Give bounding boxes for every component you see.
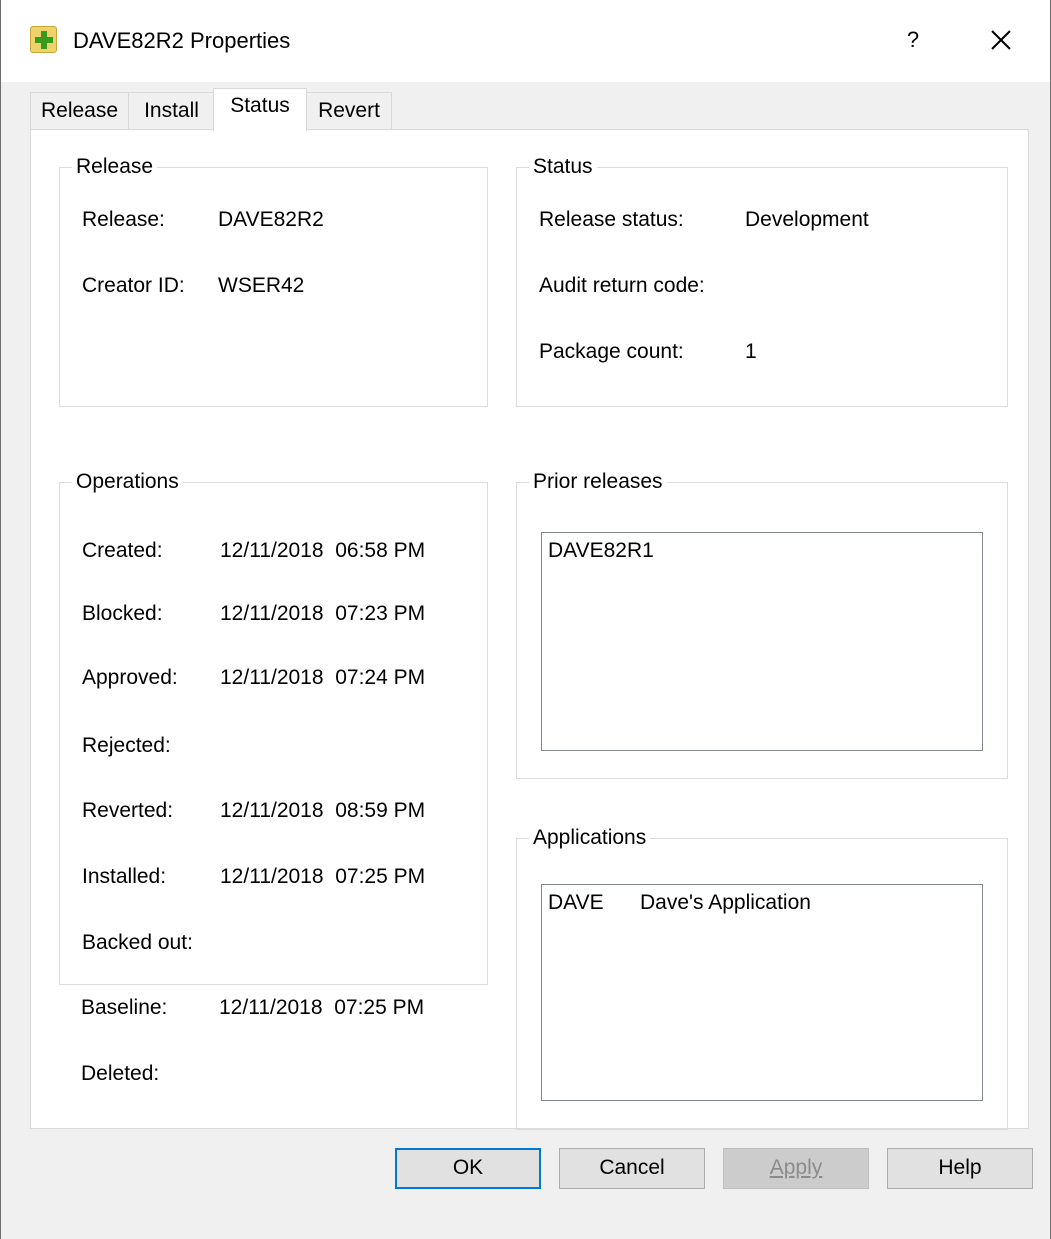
status-group-title: Status — [529, 153, 597, 181]
operations-group-title: Operations — [72, 468, 183, 496]
tab-status[interactable]: Status — [213, 88, 307, 131]
ok-button[interactable]: OK — [395, 1148, 541, 1189]
status-tab-panel: Release Release: DAVE82R2 Creator ID: WS… — [30, 129, 1029, 1130]
help-button[interactable]: Help — [887, 1148, 1033, 1189]
apply-button-label: Apply — [769, 1156, 823, 1179]
installed-value: 12/11/2018 07:25 PM — [220, 865, 426, 888]
window-title: DAVE82R2 Properties — [73, 28, 291, 53]
baseline-label: Baseline: — [81, 996, 168, 1019]
plus-icon — [30, 26, 57, 53]
properties-dialog: DAVE82R2 Properties ? Release Install St… — [0, 0, 1051, 1239]
help-icon[interactable]: ? — [896, 20, 930, 60]
release-label: Release: — [82, 208, 165, 231]
application-code[interactable]: DAVE — [548, 889, 604, 917]
audit-return-code-label: Audit return code: — [539, 274, 705, 297]
reverted-value: 12/11/2018 08:59 PM — [220, 799, 426, 822]
package-count-value: 1 — [745, 340, 757, 363]
prior-releases-group-title: Prior releases — [529, 468, 667, 496]
release-value: DAVE82R2 — [218, 208, 324, 231]
creator-id-value: WSER42 — [218, 274, 305, 297]
status-group: Status Release status: Development Audit… — [516, 153, 1008, 407]
reverted-label: Reverted: — [82, 799, 174, 822]
tab-install[interactable]: Install — [128, 92, 215, 130]
installed-label: Installed: — [82, 865, 167, 888]
apply-button[interactable]: Apply — [723, 1148, 869, 1189]
prior-release-item[interactable]: DAVE82R1 — [548, 537, 654, 565]
tab-release[interactable]: Release — [30, 92, 129, 130]
release-group-title: Release — [72, 153, 158, 181]
creator-id-label: Creator ID: — [82, 274, 185, 297]
operations-group: Operations Created: 12/11/2018 06:58 PM … — [59, 468, 488, 985]
created-value: 12/11/2018 06:58 PM — [220, 539, 426, 562]
applications-group-title: Applications — [529, 824, 651, 852]
blocked-value: 12/11/2018 07:23 PM — [220, 602, 426, 625]
backed-out-label: Backed out: — [82, 931, 193, 954]
release-status-value: Development — [745, 208, 869, 231]
close-icon[interactable] — [987, 26, 1015, 54]
tab-revert[interactable]: Revert — [306, 92, 392, 130]
deleted-label: Deleted: — [81, 1062, 160, 1085]
prior-releases-group: Prior releases DAVE82R1 — [516, 468, 1008, 779]
release-group: Release Release: DAVE82R2 Creator ID: WS… — [59, 153, 488, 407]
package-count-label: Package count: — [539, 340, 684, 363]
release-status-label: Release status: — [539, 208, 684, 231]
prior-releases-listbox[interactable]: DAVE82R1 — [541, 532, 983, 751]
rejected-label: Rejected: — [82, 734, 171, 757]
application-name[interactable]: Dave's Application — [640, 889, 811, 917]
approved-value: 12/11/2018 07:24 PM — [220, 666, 426, 689]
approved-label: Approved: — [82, 666, 178, 689]
created-label: Created: — [82, 539, 163, 562]
baseline-value: 12/11/2018 07:25 PM — [219, 996, 425, 1019]
applications-listbox[interactable]: DAVE Dave's Application — [541, 884, 983, 1101]
title-bar[interactable]: DAVE82R2 Properties ? — [1, 0, 1050, 82]
blocked-label: Blocked: — [82, 602, 163, 625]
cancel-button[interactable]: Cancel — [559, 1148, 705, 1189]
applications-group: Applications DAVE Dave's Application — [516, 824, 1008, 1130]
